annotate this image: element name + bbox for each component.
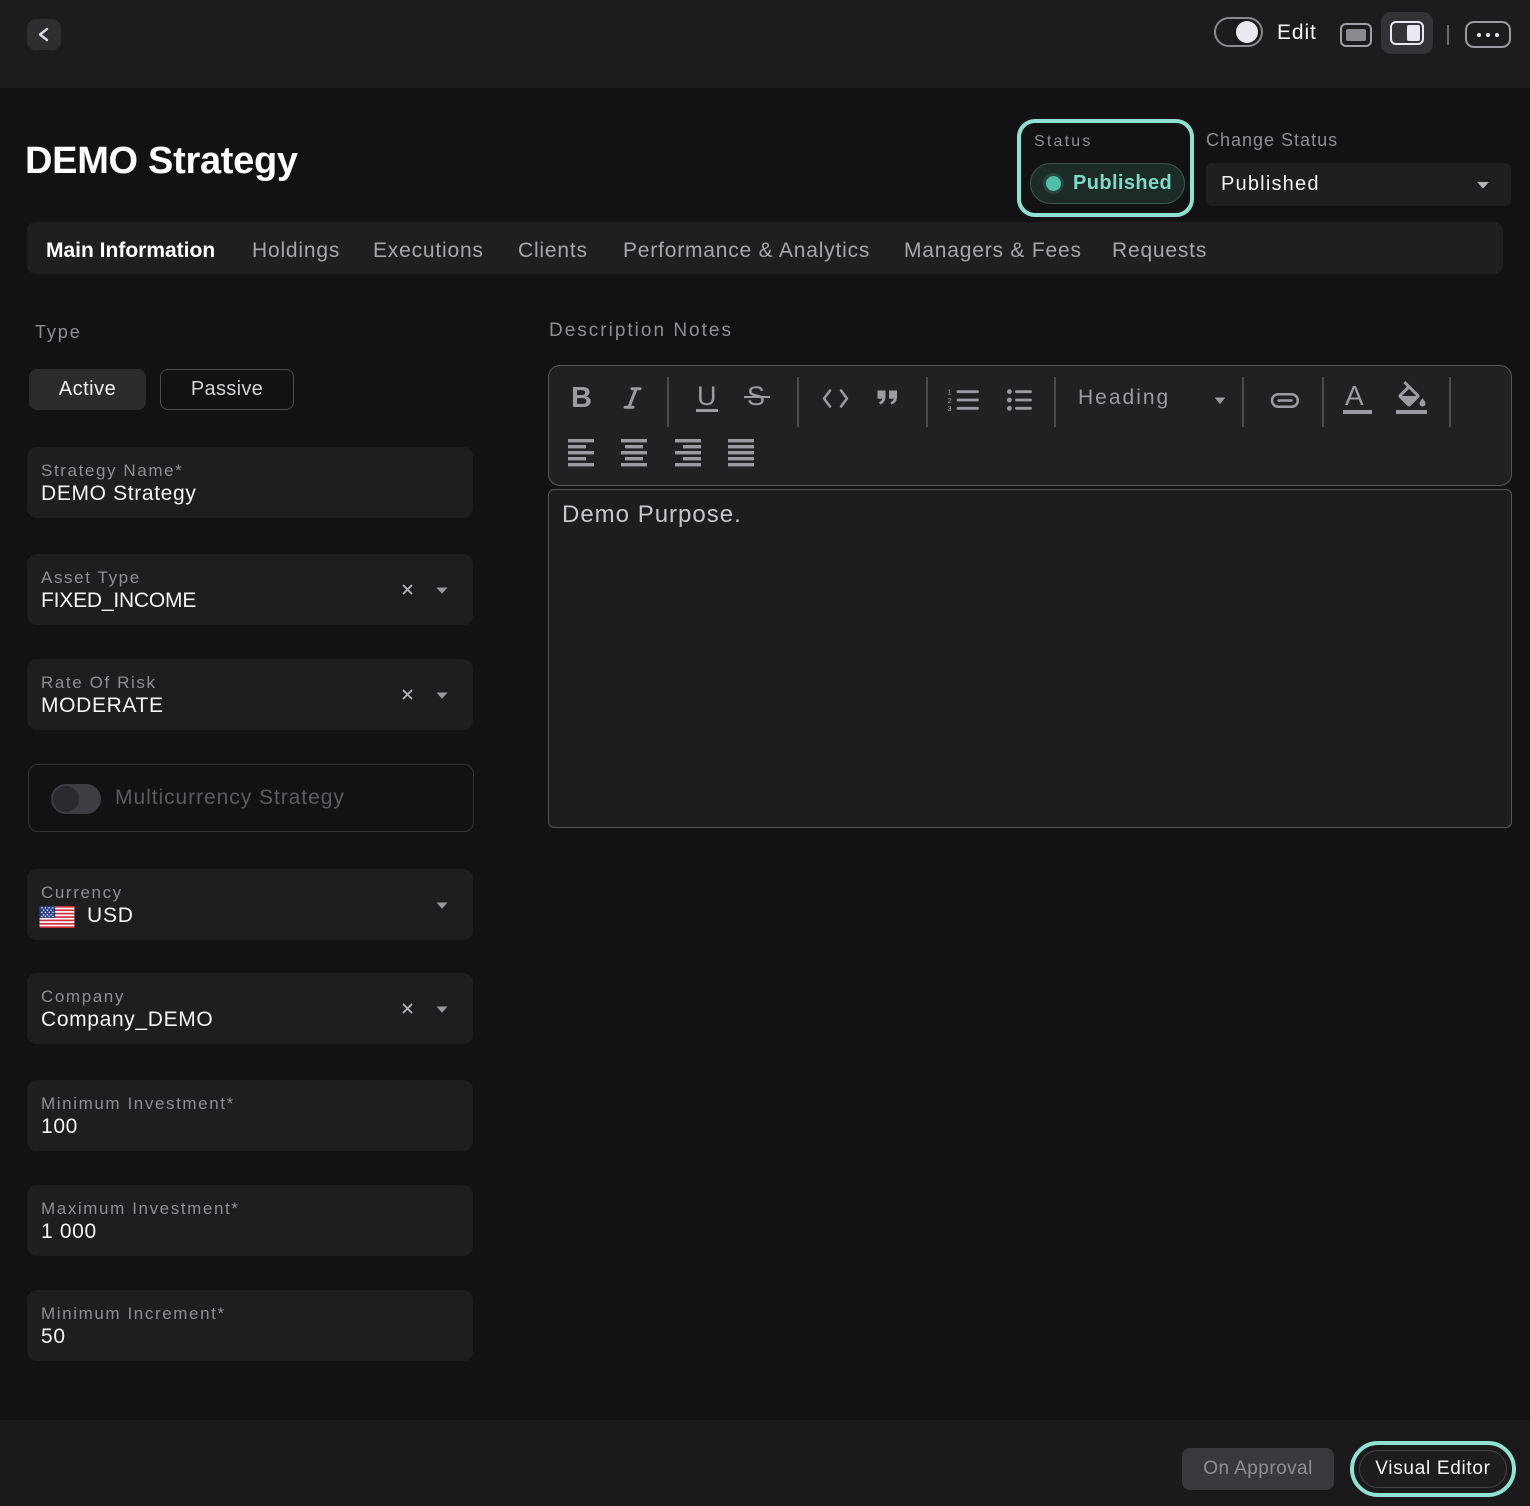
svg-text:3: 3: [948, 404, 952, 412]
